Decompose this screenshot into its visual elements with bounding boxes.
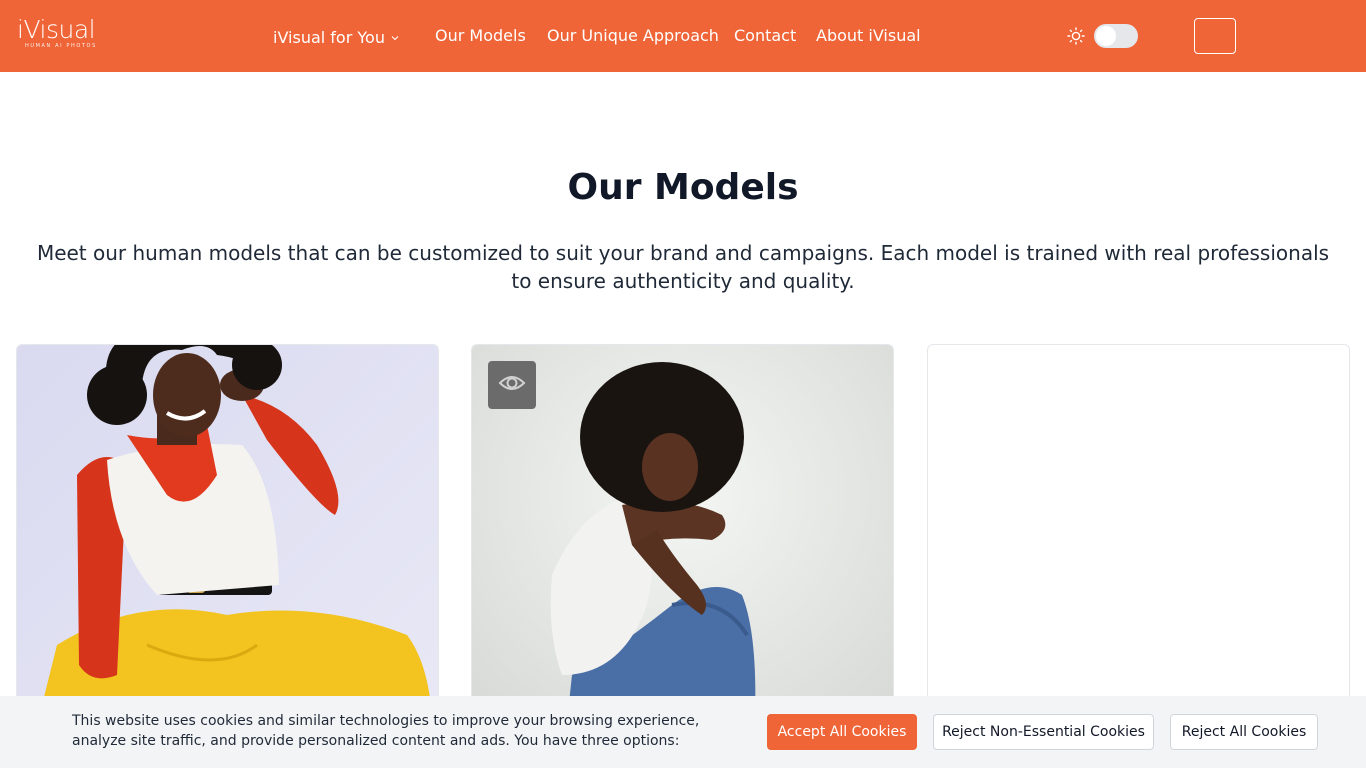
preview-button[interactable]: [488, 361, 536, 409]
reject-non-essential-cookies-button[interactable]: Reject Non-Essential Cookies: [933, 714, 1154, 750]
menu-button[interactable]: [1194, 18, 1236, 54]
logo-text: iVisual: [17, 15, 96, 44]
eye-icon: [498, 373, 526, 397]
nav-item-for-you-label: iVisual for You: [273, 28, 385, 47]
site-header: iVisual HUMAN AI PHOTOS iVisual for You …: [0, 0, 1366, 72]
accept-all-cookies-button[interactable]: Accept All Cookies: [767, 714, 917, 750]
cookie-message: This website uses cookies and similar te…: [72, 713, 700, 749]
page-title: Our Models: [567, 167, 799, 208]
theme-toggle-knob: [1096, 26, 1116, 46]
nav-item-contact[interactable]: Contact: [734, 25, 796, 47]
nav-item-unique-approach[interactable]: Our Unique Approach: [547, 25, 719, 47]
logo-tagline: HUMAN AI PHOTOS: [25, 43, 97, 49]
theme-toggle[interactable]: [1094, 24, 1138, 48]
logo[interactable]: iVisual HUMAN AI PHOTOS: [17, 16, 107, 54]
nav-item-our-models[interactable]: Our Models: [435, 25, 526, 47]
reject-all-cookies-button[interactable]: Reject All Cookies: [1170, 714, 1318, 750]
sun-icon: [1067, 27, 1085, 45]
page-intro: Meet our human models that can be custom…: [36, 241, 1330, 293]
nav-item-about[interactable]: About iVisual: [816, 25, 921, 47]
nav-item-for-you[interactable]: iVisual for You: [273, 25, 399, 49]
chevron-down-icon: [391, 25, 399, 47]
